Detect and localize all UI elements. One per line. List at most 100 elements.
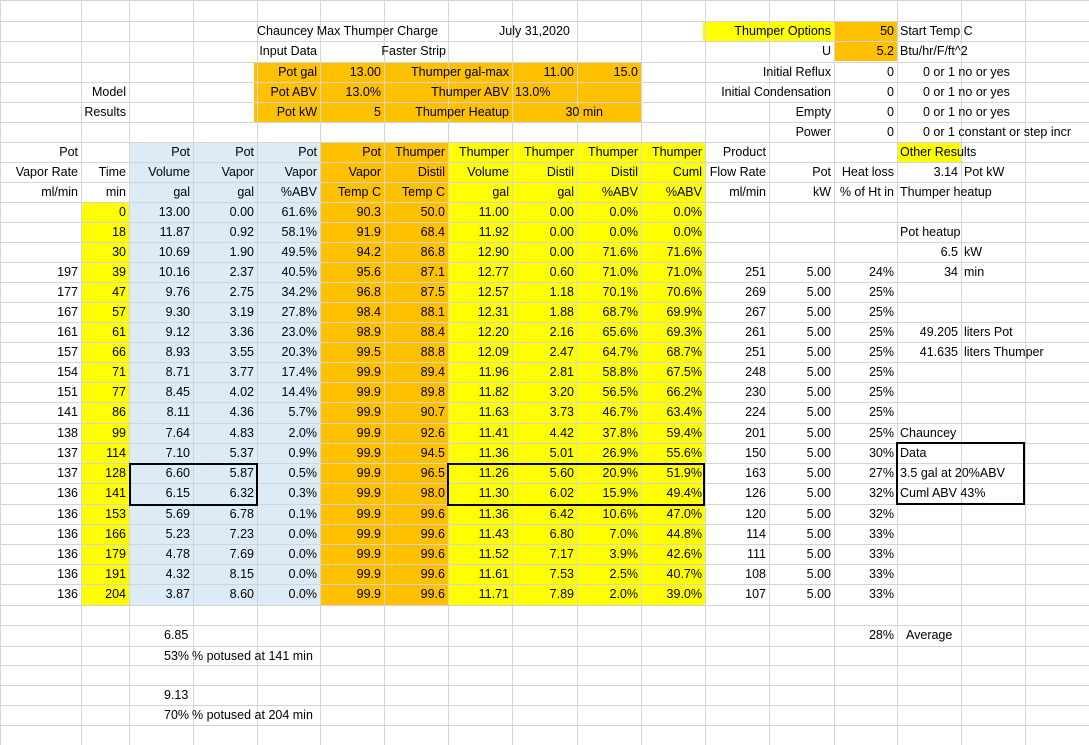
table-cell[interactable]: [834, 202, 897, 222]
table-cell[interactable]: 5.00: [769, 564, 834, 584]
average-label[interactable]: Average: [903, 625, 1003, 645]
table-cell[interactable]: 92.6: [384, 423, 448, 443]
table-cell[interactable]: 40.5%: [257, 262, 320, 282]
table-cell[interactable]: 4.42: [512, 423, 577, 443]
table-cell[interactable]: 42.6%: [641, 544, 705, 564]
table-cell[interactable]: 99.9: [320, 402, 384, 422]
table-cell[interactable]: 0.60: [512, 262, 577, 282]
table-cell[interactable]: 98.0: [384, 483, 448, 503]
column-header[interactable]: Heat loss: [834, 162, 897, 182]
table-cell[interactable]: 137: [0, 443, 81, 463]
u-value[interactable]: 5.2: [834, 41, 897, 61]
table-cell[interactable]: 44.8%: [641, 524, 705, 544]
table-cell[interactable]: 94.2: [320, 242, 384, 262]
table-cell[interactable]: 99.9: [320, 463, 384, 483]
average-value[interactable]: 28%: [834, 625, 897, 645]
pot-heatup-kw-unit[interactable]: kW: [961, 242, 1021, 262]
table-cell[interactable]: 5.00: [769, 423, 834, 443]
pot-liters-label[interactable]: liters Pot: [961, 322, 1081, 342]
table-cell[interactable]: 6.42: [512, 504, 577, 524]
table-cell[interactable]: 86: [81, 402, 129, 422]
table-cell[interactable]: 11.41: [448, 423, 512, 443]
table-cell[interactable]: 9.12: [129, 322, 193, 342]
column-header[interactable]: Pot: [769, 162, 834, 182]
table-cell[interactable]: 0.00: [512, 222, 577, 242]
note-chauncey[interactable]: Chauncey: [897, 423, 1017, 443]
table-cell[interactable]: 33%: [834, 584, 897, 604]
table-cell[interactable]: 89.4: [384, 362, 448, 382]
table-cell[interactable]: 7.0%: [577, 524, 641, 544]
table-cell[interactable]: 98.9: [320, 322, 384, 342]
table-cell[interactable]: 0.92: [193, 222, 257, 242]
column-header[interactable]: gal: [448, 182, 512, 202]
table-cell[interactable]: 10.6%: [577, 504, 641, 524]
table-cell[interactable]: 39.0%: [641, 584, 705, 604]
table-cell[interactable]: 88.4: [384, 322, 448, 342]
table-cell[interactable]: [0, 242, 81, 262]
table-cell[interactable]: 33%: [834, 544, 897, 564]
table-cell[interactable]: 0.0%: [257, 564, 320, 584]
table-cell[interactable]: [0, 202, 81, 222]
table-cell[interactable]: 157: [0, 342, 81, 362]
empty-value[interactable]: 0: [834, 102, 897, 122]
table-cell[interactable]: 3.36: [193, 322, 257, 342]
table-cell[interactable]: 1.88: [512, 302, 577, 322]
table-cell[interactable]: 5.7%: [257, 402, 320, 422]
table-cell[interactable]: 39: [81, 262, 129, 282]
table-cell[interactable]: 2.16: [512, 322, 577, 342]
column-header[interactable]: Temp C: [320, 182, 384, 202]
table-cell[interactable]: 9.30: [129, 302, 193, 322]
table-cell[interactable]: 88.1: [384, 302, 448, 322]
table-cell[interactable]: 0.3%: [257, 483, 320, 503]
table-cell[interactable]: 150: [705, 443, 769, 463]
table-cell[interactable]: 126: [705, 483, 769, 503]
table-cell[interactable]: 12.20: [448, 322, 512, 342]
table-cell[interactable]: 64.7%: [577, 342, 641, 362]
pot-used-text-1[interactable]: % potused at 141 min: [189, 646, 389, 666]
table-cell[interactable]: 86.8: [384, 242, 448, 262]
table-cell[interactable]: 136: [0, 483, 81, 503]
pot-abv-value[interactable]: 13.0%: [320, 82, 384, 102]
table-cell[interactable]: 10.69: [129, 242, 193, 262]
table-cell[interactable]: [705, 222, 769, 242]
pot-heatup-min-unit[interactable]: min: [961, 262, 1021, 282]
table-cell[interactable]: 141: [81, 483, 129, 503]
table-cell[interactable]: 5.00: [769, 402, 834, 422]
table-cell[interactable]: 11.87: [129, 222, 193, 242]
table-cell[interactable]: 71: [81, 362, 129, 382]
thumper-heatup-result-label[interactable]: Thumper heatup: [897, 182, 1047, 202]
table-cell[interactable]: 11.92: [448, 222, 512, 242]
table-cell[interactable]: 5.23: [129, 524, 193, 544]
table-cell[interactable]: 5.00: [769, 504, 834, 524]
table-cell[interactable]: 197: [0, 262, 81, 282]
table-cell[interactable]: 179: [81, 544, 129, 564]
pot-gal-value[interactable]: 13.00: [320, 62, 384, 82]
table-cell[interactable]: 2.0%: [257, 423, 320, 443]
table-cell[interactable]: 91.9: [320, 222, 384, 242]
table-cell[interactable]: 99.9: [320, 524, 384, 544]
pot-gal-label[interactable]: Pot gal: [254, 62, 320, 82]
table-cell[interactable]: 7.64: [129, 423, 193, 443]
column-header[interactable]: Thumper: [512, 142, 577, 162]
table-cell[interactable]: 8.60: [193, 584, 257, 604]
table-cell[interactable]: 11.82: [448, 382, 512, 402]
table-cell[interactable]: 25%: [834, 402, 897, 422]
table-cell[interactable]: 67.5%: [641, 362, 705, 382]
power-note[interactable]: 0 or 1 constant or step incr: [920, 122, 1089, 142]
table-cell[interactable]: 114: [705, 524, 769, 544]
table-cell[interactable]: 166: [81, 524, 129, 544]
start-temp-value[interactable]: 50: [834, 21, 897, 41]
column-header[interactable]: %ABV: [641, 182, 705, 202]
column-header[interactable]: Temp C: [384, 182, 448, 202]
table-cell[interactable]: 99.9: [320, 362, 384, 382]
table-cell[interactable]: 0.1%: [257, 504, 320, 524]
table-cell[interactable]: 204: [81, 584, 129, 604]
column-header[interactable]: [81, 142, 129, 162]
table-cell[interactable]: 248: [705, 362, 769, 382]
table-cell[interactable]: 87.5: [384, 282, 448, 302]
u-label[interactable]: U: [703, 41, 834, 61]
table-cell[interactable]: 0.0%: [257, 544, 320, 564]
table-cell[interactable]: 61.6%: [257, 202, 320, 222]
table-cell[interactable]: 11.96: [448, 362, 512, 382]
table-cell[interactable]: 95.6: [320, 262, 384, 282]
